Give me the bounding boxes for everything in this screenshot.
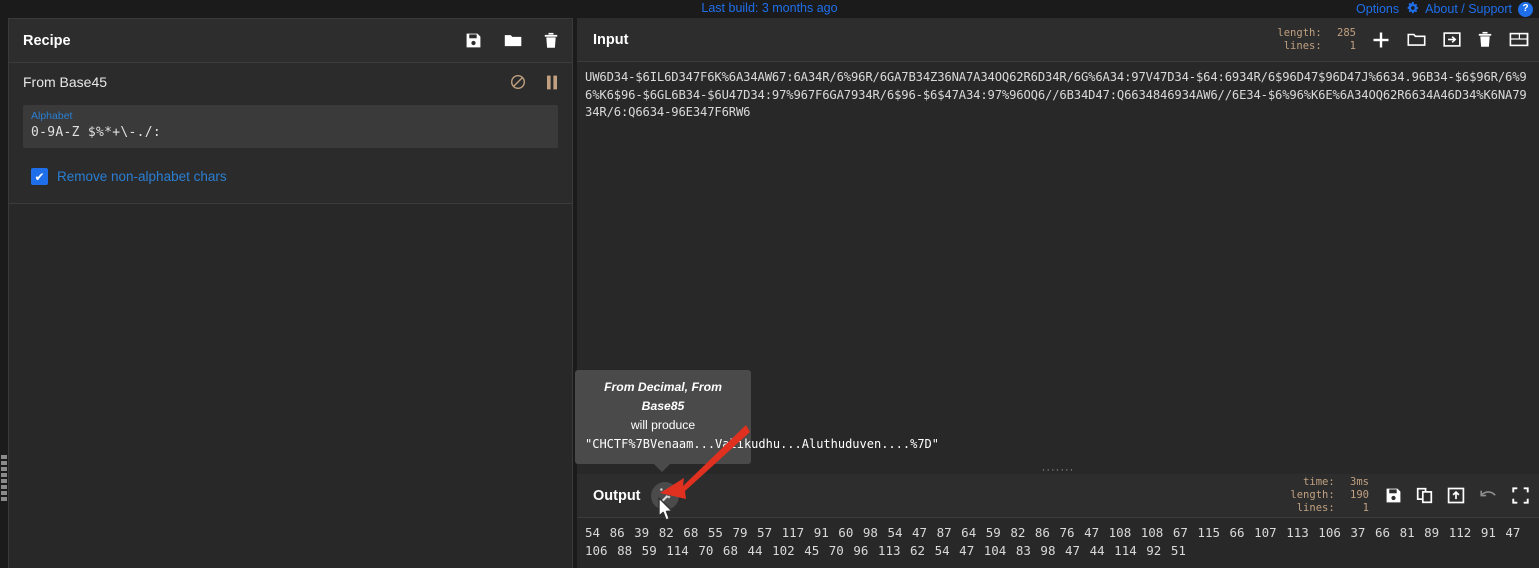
rail-dot — [1, 467, 7, 471]
save-icon[interactable] — [465, 32, 482, 49]
output-time-value: 3ms — [1350, 476, 1369, 488]
argument-value[interactable]: 0-9A-Z $%*+\-./: — [31, 125, 161, 140]
operation-title-row: From Base45 — [9, 63, 572, 101]
output-length-value: 190 — [1350, 489, 1369, 501]
io-splitter[interactable]: ······· — [577, 464, 1539, 476]
tooltip-result: "CHCTF%7BVenaam...Valikudhu...Aluthuduve… — [585, 435, 939, 454]
input-lines-key: lines: — [1283, 39, 1322, 52]
tabs-icon[interactable] — [1509, 32, 1529, 47]
input-textarea[interactable]: UW6D34-$6IL6D347F6K%6A34AW67:6A34R/6%96R… — [577, 62, 1539, 122]
trash-icon[interactable] — [544, 32, 558, 49]
mouse-cursor — [658, 497, 673, 521]
copy-icon[interactable] — [1416, 487, 1433, 504]
output-header: Output ✱ ✱ ✱ time: 3ms length: 190 lines… — [577, 474, 1539, 518]
input-lines-value: 1 — [1349, 39, 1356, 52]
maximise-icon[interactable] — [1512, 487, 1529, 504]
input-length-value: 285 — [1337, 26, 1356, 39]
output-title: Output — [593, 487, 641, 504]
recipe-operation[interactable]: From Base45 Alphabet 0-9A-Z $%*+\-./: ✔ … — [9, 63, 572, 204]
rail-dot — [1, 491, 7, 495]
rail-dot — [1, 497, 7, 501]
recipe-header: Recipe — [9, 19, 572, 63]
svg-text:✱: ✱ — [667, 487, 671, 492]
rail-dot — [1, 455, 7, 459]
help-icon[interactable]: ? — [1518, 1, 1533, 17]
output-time-key: time: — [1303, 476, 1335, 488]
rail-dot — [1, 473, 7, 477]
recipe-pane: Recipe From Base45 Alphabet 0-9A-Z $%*+\… — [8, 18, 573, 568]
input-header-icons — [1372, 31, 1529, 49]
operation-argument-alphabet[interactable]: Alphabet 0-9A-Z $%*+\-./: — [23, 105, 558, 148]
input-title: Input — [593, 31, 629, 48]
recipe-empty-dropzone[interactable] — [9, 204, 572, 534]
argument-label: Alphabet — [31, 110, 73, 122]
output-lines-value: 1 — [1362, 502, 1369, 514]
remove-non-alphabet-chars-checkbox[interactable]: ✔ Remove non-alphabet chars — [31, 168, 572, 185]
splitter-grip: ······· — [1041, 464, 1075, 476]
operation-name: From Base45 — [23, 74, 108, 90]
save-icon[interactable] — [1385, 487, 1402, 504]
tooltip-operation-names: From Decimal, From Base85 — [604, 380, 722, 413]
recipe-operation-list[interactable]: From Base45 Alphabet 0-9A-Z $%*+\-./: ✔ … — [9, 63, 572, 534]
checkbox-label[interactable]: Remove non-alphabet chars — [57, 169, 227, 184]
trash-icon[interactable] — [1478, 31, 1492, 48]
ban-icon[interactable] — [510, 74, 526, 90]
output-textarea[interactable]: 54 86 39 82 68 55 79 57 117 91 60 98 54 … — [577, 518, 1539, 560]
folder-icon[interactable] — [504, 32, 522, 49]
top-banner: Last build: 3 months ago Options About /… — [0, 0, 1539, 18]
gear-icon[interactable] — [1405, 1, 1419, 18]
recipe-title: Recipe — [23, 32, 71, 49]
options-link[interactable]: Options — [1356, 0, 1399, 18]
output-pane: Output ✱ ✱ ✱ time: 3ms length: 190 lines… — [577, 474, 1539, 568]
svg-text:✱: ✱ — [660, 487, 664, 492]
rail-dot — [1, 461, 7, 465]
pause-icon[interactable] — [546, 75, 558, 90]
banner-nav: Options About / Support ? — [1356, 0, 1533, 18]
rail-dot — [1, 485, 7, 489]
input-length-key: length: — [1277, 26, 1322, 39]
output-header-icons — [1385, 487, 1529, 504]
folder-open-icon[interactable] — [1407, 31, 1426, 48]
undo-icon[interactable] — [1479, 489, 1498, 503]
import-icon[interactable] — [1443, 31, 1461, 48]
about-support-link[interactable]: About / Support — [1425, 0, 1512, 18]
output-status: time: 3ms length: 190 lines: 1 — [1290, 476, 1369, 515]
replace-input-icon[interactable] — [1447, 487, 1465, 504]
magic-suggestion-tooltip: From Decimal, From Base85 will produce "… — [575, 370, 939, 472]
checkbox-checkmark-icon[interactable]: ✔ — [31, 168, 48, 185]
output-lines-key: lines: — [1296, 502, 1335, 514]
recipe-header-icons — [465, 32, 558, 49]
rail-dot — [1, 479, 7, 483]
plus-icon[interactable] — [1372, 31, 1390, 49]
last-build-message: Last build: 3 months ago — [701, 1, 838, 15]
output-length-key: length: — [1290, 489, 1335, 501]
tooltip-will-produce: will produce — [630, 418, 696, 432]
tooltip-tail — [653, 463, 671, 472]
input-status: length: 285 lines: 1 — [1277, 27, 1356, 53]
recipe-drag-rail[interactable] — [0, 455, 8, 505]
input-header: Input length: 285 lines: 1 — [577, 18, 1539, 62]
